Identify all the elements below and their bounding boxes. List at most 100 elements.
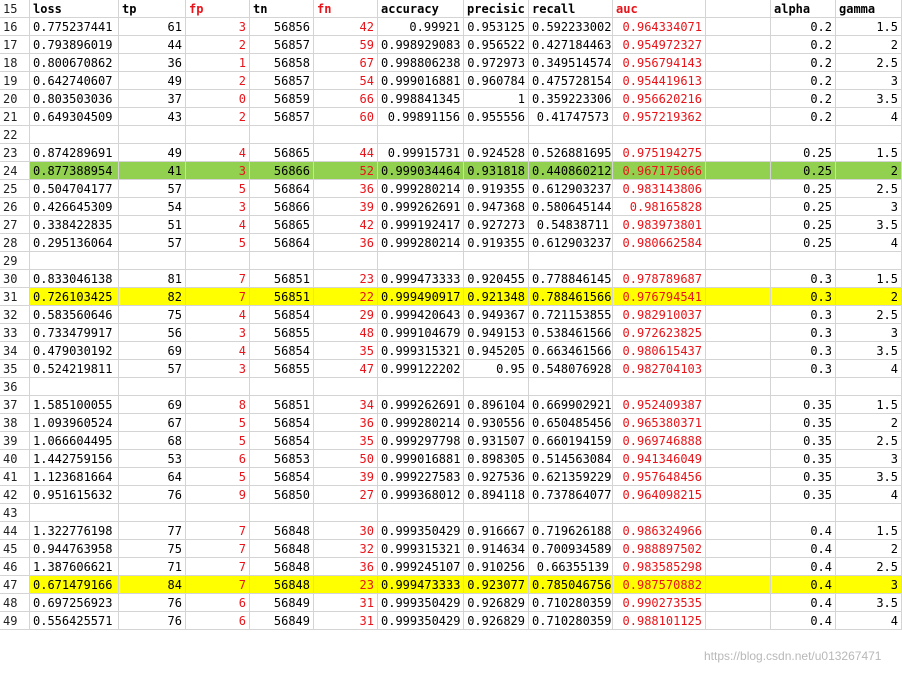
cell-recall[interactable]: 0.710280359: [529, 594, 613, 612]
cell-fp[interactable]: 4: [186, 216, 250, 234]
cell-recall[interactable]: [529, 126, 613, 144]
header-cell-loss[interactable]: loss: [30, 0, 119, 18]
cell-auc[interactable]: [613, 378, 706, 396]
cell-precision[interactable]: 0.919355: [464, 180, 529, 198]
cell-gamma[interactable]: 4: [836, 234, 902, 252]
cell-tp[interactable]: 84: [119, 576, 186, 594]
cell-fn[interactable]: 39: [314, 198, 378, 216]
cell-blank[interactable]: [706, 54, 771, 72]
cell-accuracy[interactable]: 0.999350429: [378, 612, 464, 630]
cell-blank[interactable]: [706, 504, 771, 522]
cell-gamma[interactable]: 3.5: [836, 594, 902, 612]
cell-auc[interactable]: 0.983143806: [613, 180, 706, 198]
cell-tp[interactable]: 54: [119, 198, 186, 216]
cell-blank[interactable]: [706, 36, 771, 54]
cell-loss[interactable]: 0.504704177: [30, 180, 119, 198]
cell-gamma[interactable]: 3.5: [836, 468, 902, 486]
cell-gamma[interactable]: 2.5: [836, 180, 902, 198]
cell-gamma[interactable]: 1.5: [836, 18, 902, 36]
cell-accuracy[interactable]: 0.999315321: [378, 540, 464, 558]
cell-recall[interactable]: 0.721153855: [529, 306, 613, 324]
cell-tp[interactable]: 57: [119, 234, 186, 252]
cell-auc[interactable]: 0.954972327: [613, 36, 706, 54]
cell-recall[interactable]: 0.612903237: [529, 180, 613, 198]
cell-precision[interactable]: 0.923077: [464, 576, 529, 594]
row-number[interactable]: 25: [0, 180, 30, 198]
cell-auc[interactable]: 0.972623825: [613, 324, 706, 342]
cell-fp[interactable]: 6: [186, 612, 250, 630]
cell-fn[interactable]: 36: [314, 558, 378, 576]
cell-recall[interactable]: 0.719626188: [529, 522, 613, 540]
cell-recall[interactable]: 0.440860212: [529, 162, 613, 180]
cell-tn[interactable]: 56864: [250, 180, 314, 198]
cell-recall[interactable]: 0.514563084: [529, 450, 613, 468]
cell-auc[interactable]: 0.982704103: [613, 360, 706, 378]
cell-fn[interactable]: 54: [314, 72, 378, 90]
cell-auc[interactable]: 0.967175066: [613, 162, 706, 180]
cell-fn[interactable]: 48: [314, 324, 378, 342]
row-number[interactable]: 20: [0, 90, 30, 108]
cell-alpha[interactable]: 0.2: [771, 108, 836, 126]
cell-blank[interactable]: [706, 414, 771, 432]
cell-loss[interactable]: [30, 252, 119, 270]
cell-tp[interactable]: 41: [119, 162, 186, 180]
cell-blank[interactable]: [706, 252, 771, 270]
cell-precision[interactable]: 0.894118: [464, 486, 529, 504]
cell-auc[interactable]: 0.957648456: [613, 468, 706, 486]
cell-tn[interactable]: 56854: [250, 414, 314, 432]
cell-fp[interactable]: 3: [186, 324, 250, 342]
cell-accuracy[interactable]: 0.999122202: [378, 360, 464, 378]
cell-gamma[interactable]: 3: [836, 72, 902, 90]
cell-auc[interactable]: 0.983585298: [613, 558, 706, 576]
cell-fn[interactable]: 35: [314, 432, 378, 450]
cell-tn[interactable]: [250, 252, 314, 270]
cell-precision[interactable]: 0.945205: [464, 342, 529, 360]
cell-fp[interactable]: 3: [186, 360, 250, 378]
cell-auc[interactable]: 0.964098215: [613, 486, 706, 504]
cell-gamma[interactable]: [836, 126, 902, 144]
header-cell-gamma[interactable]: gamma: [836, 0, 902, 18]
cell-accuracy[interactable]: [378, 504, 464, 522]
cell-blank[interactable]: [706, 90, 771, 108]
cell-accuracy[interactable]: 0.999420643: [378, 306, 464, 324]
cell-gamma[interactable]: 1.5: [836, 144, 902, 162]
cell-precision[interactable]: 0.927536: [464, 468, 529, 486]
cell-tp[interactable]: [119, 252, 186, 270]
cell-accuracy[interactable]: 0.999473333: [378, 270, 464, 288]
row-number[interactable]: 37: [0, 396, 30, 414]
cell-alpha[interactable]: 0.35: [771, 396, 836, 414]
cell-recall[interactable]: 0.475728154: [529, 72, 613, 90]
cell-loss[interactable]: 1.066604495: [30, 432, 119, 450]
row-number[interactable]: 35: [0, 360, 30, 378]
cell-accuracy[interactable]: 0.999280214: [378, 180, 464, 198]
cell-accuracy[interactable]: [378, 252, 464, 270]
cell-tn[interactable]: 56851: [250, 270, 314, 288]
cell-fn[interactable]: 52: [314, 162, 378, 180]
header-cell-accuracy[interactable]: accuracy: [378, 0, 464, 18]
cell-fp[interactable]: 2: [186, 108, 250, 126]
cell-loss[interactable]: 0.877388954: [30, 162, 119, 180]
cell-alpha[interactable]: 0.3: [771, 288, 836, 306]
cell-auc[interactable]: 0.988897502: [613, 540, 706, 558]
row-number[interactable]: 46: [0, 558, 30, 576]
cell-gamma[interactable]: 3.5: [836, 342, 902, 360]
row-number[interactable]: 31: [0, 288, 30, 306]
cell-tn[interactable]: 56854: [250, 468, 314, 486]
cell-gamma[interactable]: 3: [836, 324, 902, 342]
cell-gamma[interactable]: [836, 504, 902, 522]
cell-fn[interactable]: 36: [314, 180, 378, 198]
cell-recall[interactable]: 0.737864077: [529, 486, 613, 504]
cell-accuracy[interactable]: 0.999280214: [378, 414, 464, 432]
cell-tp[interactable]: 36: [119, 54, 186, 72]
cell-gamma[interactable]: 3: [836, 198, 902, 216]
cell-fn[interactable]: 23: [314, 576, 378, 594]
cell-precision[interactable]: 0.947368: [464, 198, 529, 216]
cell-alpha[interactable]: 0.2: [771, 36, 836, 54]
cell-loss[interactable]: 1.387606621: [30, 558, 119, 576]
cell-auc[interactable]: 0.980662584: [613, 234, 706, 252]
cell-tp[interactable]: 61: [119, 18, 186, 36]
cell-alpha[interactable]: 0.4: [771, 612, 836, 630]
cell-gamma[interactable]: 2: [836, 288, 902, 306]
row-number[interactable]: 39: [0, 432, 30, 450]
row-number[interactable]: 38: [0, 414, 30, 432]
